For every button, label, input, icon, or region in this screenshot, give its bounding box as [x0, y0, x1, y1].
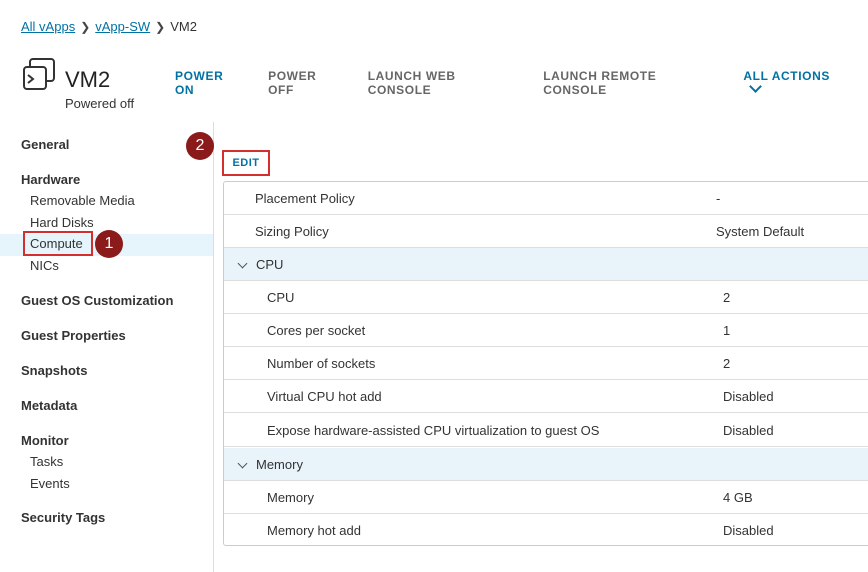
- breadcrumb-current: VM2: [170, 19, 197, 34]
- sidebar-item-removable-media[interactable]: Removable Media: [30, 193, 135, 208]
- breadcrumb: All vApps ❯ vApp-SW ❯ VM2: [21, 19, 197, 34]
- sidebar-item-nics[interactable]: NICs: [30, 258, 59, 273]
- group-label: Memory: [256, 457, 303, 472]
- sidebar-item-guest-properties[interactable]: Guest Properties: [21, 328, 126, 343]
- table-row: Virtual CPU hot add Disabled: [224, 380, 868, 413]
- sidebar-item-metadata[interactable]: Metadata: [21, 398, 77, 413]
- table-row: Placement Policy -: [224, 182, 868, 215]
- row-label: Number of sockets: [267, 356, 376, 371]
- row-label: CPU: [267, 290, 295, 305]
- row-label: Cores per socket: [267, 323, 366, 338]
- callout-badge-2: 2: [186, 132, 214, 160]
- table-row: Sizing Policy System Default: [224, 215, 868, 248]
- group-label: CPU: [256, 257, 284, 272]
- row-value: -: [716, 191, 721, 206]
- row-label: Sizing Policy: [255, 224, 329, 239]
- row-value: 1: [723, 323, 731, 338]
- row-label: Expose hardware-assisted CPU virtualizat…: [267, 423, 600, 438]
- table-row: Cores per socket 1: [224, 314, 868, 347]
- row-value: 2: [723, 356, 731, 371]
- action-bar: POWER ON POWER OFF LAUNCH WEB CONSOLE LA…: [175, 69, 868, 97]
- row-label: Virtual CPU hot add: [267, 389, 382, 404]
- row-value: Disabled: [723, 523, 774, 538]
- row-value: 2: [723, 290, 731, 305]
- memory-group-header[interactable]: Memory: [224, 448, 868, 481]
- chevron-right-icon: ❯: [80, 19, 91, 34]
- power-off-button[interactable]: POWER OFF: [268, 69, 345, 97]
- table-row: Memory hot add Disabled: [224, 514, 868, 547]
- sidebar-item-security-tags[interactable]: Security Tags: [21, 510, 105, 525]
- breadcrumb-vapp-sw[interactable]: vApp-SW: [95, 19, 150, 34]
- launch-web-console-button[interactable]: LAUNCH WEB CONSOLE: [368, 69, 521, 97]
- sidebar-divider: [213, 122, 214, 572]
- row-value: 4 GB: [723, 490, 753, 505]
- row-value: Disabled: [723, 389, 774, 404]
- row-value: System Default: [716, 224, 805, 239]
- table-row: CPU 2: [224, 281, 868, 314]
- sidebar-item-general[interactable]: General: [21, 137, 69, 152]
- sidebar-item-tasks[interactable]: Tasks: [30, 454, 63, 469]
- row-label: Memory: [267, 490, 314, 505]
- table-row: Expose hardware-assisted CPU virtualizat…: [224, 414, 868, 447]
- chevron-right-icon: ❯: [155, 19, 166, 34]
- power-on-button[interactable]: POWER ON: [175, 69, 245, 97]
- sidebar-item-events[interactable]: Events: [30, 476, 70, 491]
- all-actions-button[interactable]: ALL ACTIONS: [743, 69, 845, 97]
- table-row: Number of sockets 2: [224, 347, 868, 380]
- sidebar-item-snapshots[interactable]: Snapshots: [21, 363, 87, 378]
- page-title: VM2: [65, 67, 111, 92]
- callout-badge-1: 1: [95, 230, 123, 258]
- row-label: Memory hot add: [267, 523, 361, 538]
- sidebar-item-guest-os-customization[interactable]: Guest OS Customization: [21, 293, 173, 308]
- chevron-down-icon: [237, 458, 248, 469]
- breadcrumb-all-vapps[interactable]: All vApps: [21, 19, 75, 34]
- row-label: Placement Policy: [255, 191, 355, 206]
- table-row: Memory 4 GB: [224, 481, 868, 514]
- vm-power-status: Powered off: [65, 96, 135, 111]
- compute-properties-table: Placement Policy - Sizing Policy System …: [223, 181, 868, 546]
- chevron-down-icon: [749, 80, 763, 93]
- compute-highlight-box: [23, 231, 93, 256]
- chevron-down-icon: [237, 258, 248, 269]
- sidebar-section-monitor: Monitor: [21, 433, 69, 448]
- sidebar-section-hardware: Hardware: [21, 172, 81, 187]
- cpu-group-header[interactable]: CPU: [224, 248, 868, 281]
- edit-button[interactable]: EDIT: [222, 150, 270, 176]
- row-value: Disabled: [723, 423, 774, 438]
- sidebar-item-hard-disks[interactable]: Hard Disks: [30, 215, 94, 230]
- vm-icon: [23, 58, 55, 90]
- launch-remote-console-button[interactable]: LAUNCH REMOTE CONSOLE: [543, 69, 720, 97]
